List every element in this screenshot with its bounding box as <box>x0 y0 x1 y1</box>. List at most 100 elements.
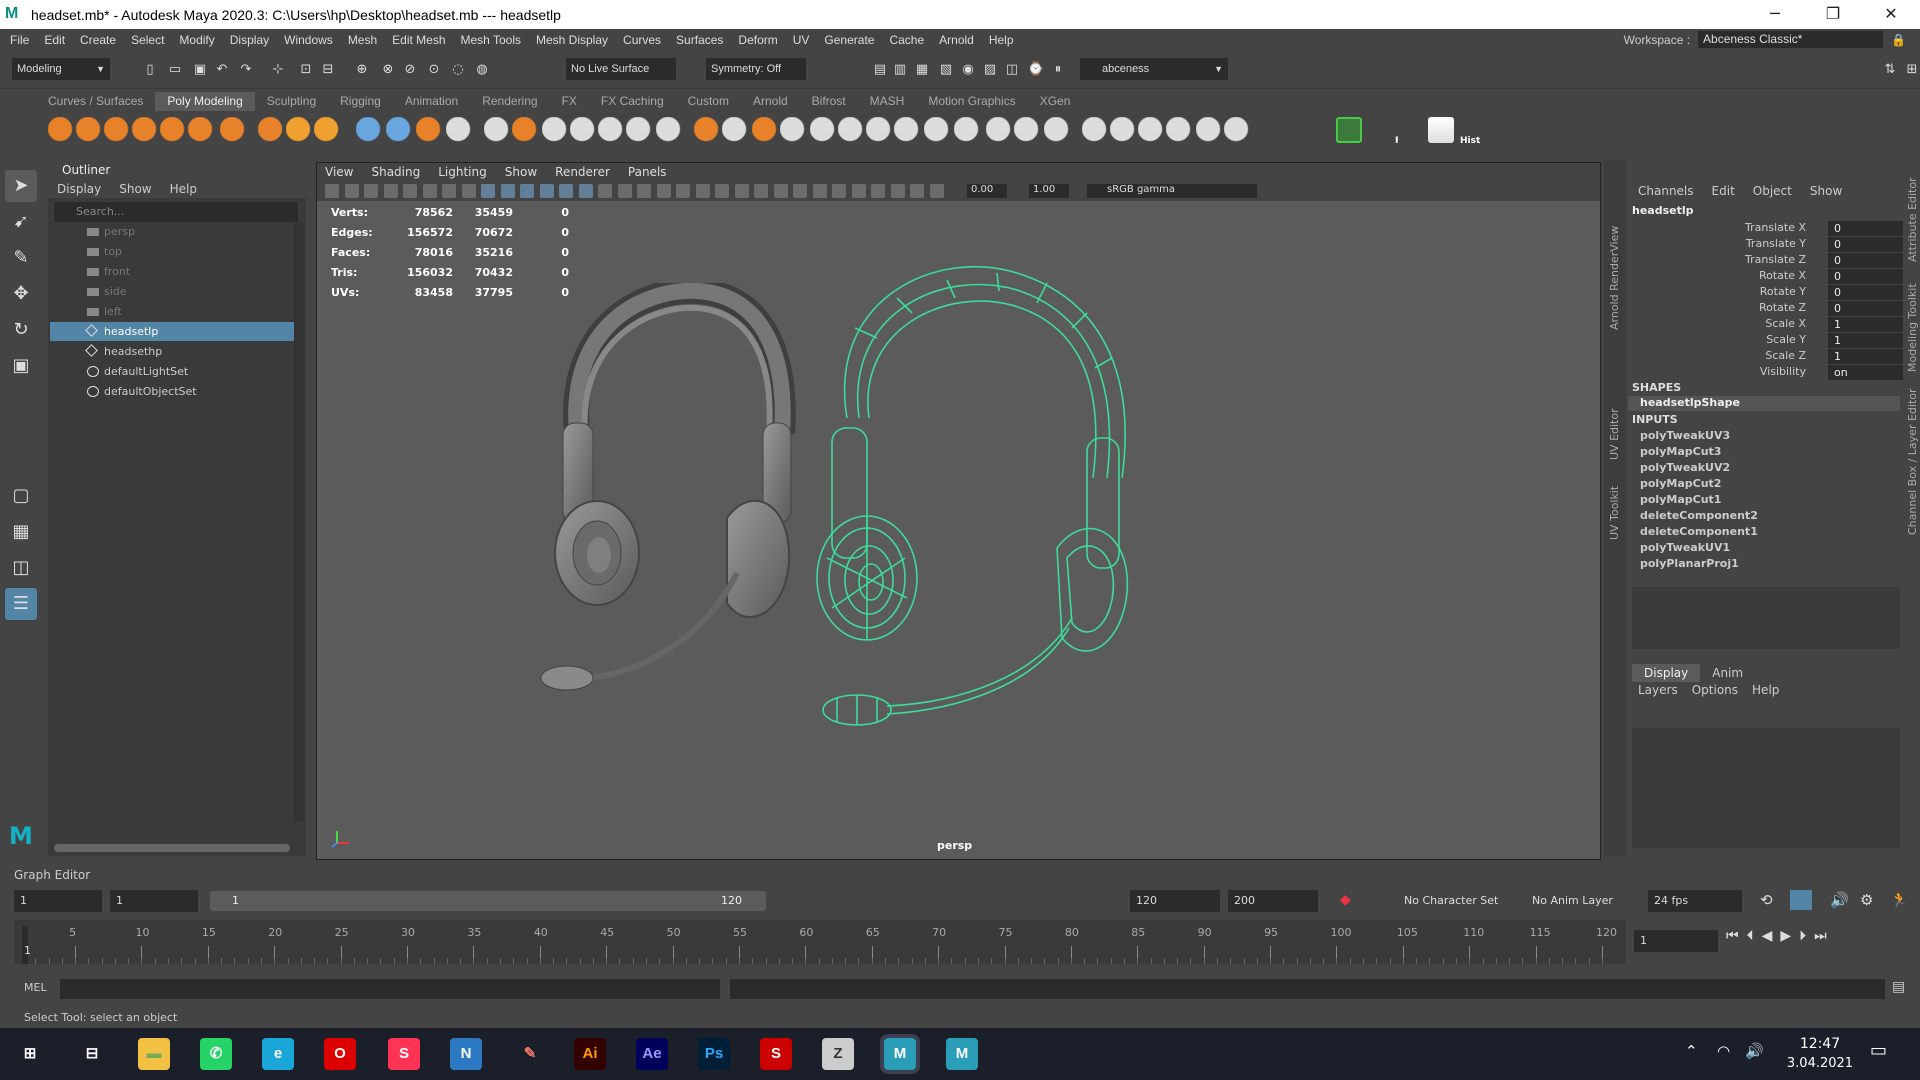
current-frame-field[interactable]: 1 <box>1634 930 1718 952</box>
layer-tab-display[interactable]: Display <box>1632 664 1701 682</box>
shelf-cp-icon[interactable] <box>1398 117 1424 143</box>
menu-display[interactable]: Display <box>230 33 269 47</box>
rotate-tool-icon[interactable]: ↻ <box>5 314 37 346</box>
range-slider[interactable]: 1 120 <box>210 891 766 911</box>
shelf-tool-icon[interactable] <box>386 117 416 147</box>
viewport-tool-icon[interactable] <box>364 184 378 198</box>
channel-row[interactable]: Rotate Y 0 <box>1628 285 1904 301</box>
scene-start-field[interactable]: 1 <box>14 890 102 912</box>
preferences-icon[interactable]: ⚙ <box>1860 891 1873 909</box>
viewport-tool-icon[interactable] <box>344 184 359 198</box>
script-editor-icon[interactable]: ▤ <box>1892 979 1905 995</box>
shelf-tool-icon[interactable] <box>1196 117 1226 147</box>
viewport-menu-renderer[interactable]: Renderer <box>555 163 610 181</box>
headset-shaded-model[interactable] <box>527 283 827 743</box>
shelf-tool-icon[interactable] <box>838 117 868 147</box>
viewport-tool-icon[interactable] <box>773 184 788 198</box>
anim-layer-dropdown[interactable]: No Anim Layer <box>1526 890 1632 912</box>
viewport-tool-icon[interactable] <box>559 184 573 198</box>
menu-surfaces[interactable]: Surfaces <box>676 33 723 47</box>
outliner-item-side[interactable]: side <box>50 282 294 301</box>
channel-value[interactable]: 0 <box>1828 269 1903 284</box>
status-tool-icon[interactable]: ⊡ <box>296 60 316 80</box>
shelf-tab-rendering[interactable]: Rendering <box>470 92 549 111</box>
chevron-up-icon[interactable]: ⌃ <box>1685 1042 1698 1060</box>
two-view-icon[interactable]: ◫ <box>5 552 37 584</box>
shelf-tool-icon[interactable] <box>542 117 572 147</box>
scene-end-field[interactable]: 200 <box>1228 890 1318 912</box>
outliner-search-input[interactable]: Search... <box>54 202 298 222</box>
character-icon[interactable]: 🏃 <box>1890 891 1909 909</box>
file-explorer-icon[interactable]: ▬ <box>138 1038 170 1070</box>
shelf-tool-icon[interactable] <box>1110 117 1140 147</box>
layer-menu-options[interactable]: Options <box>1692 683 1738 701</box>
shelf-tab-fx[interactable]: FX <box>550 92 589 111</box>
status-tool-icon[interactable]: ▦ <box>912 60 932 80</box>
whatsapp-icon[interactable]: ✆ <box>200 1038 232 1070</box>
sound-icon[interactable]: 🔊 <box>1830 891 1849 909</box>
status-tool-icon[interactable]: ⊗ <box>378 60 398 80</box>
wifi-icon[interactable]: ◠ <box>1717 1042 1730 1060</box>
shelf-tool-icon[interactable] <box>188 117 218 147</box>
status-tool-icon[interactable]: ▭ <box>165 60 185 80</box>
shelf-tool-icon[interactable] <box>570 117 600 147</box>
viewport-tool-icon[interactable] <box>461 184 476 198</box>
four-view-icon[interactable]: ▦ <box>5 516 37 548</box>
status-tool-icon[interactable]: ⊞ <box>1902 60 1920 80</box>
viewport-panel[interactable]: View Shading Lighting Show Renderer Panels 0.… <box>316 162 1601 860</box>
status-tool-icon[interactable]: ⊹ <box>268 60 288 80</box>
input-node[interactable]: polyTweakUV2 <box>1640 461 1730 474</box>
shelf-tool-icon[interactable] <box>1082 117 1112 147</box>
viewport-tool-icon[interactable] <box>851 184 866 198</box>
viewport-tool-icon[interactable] <box>929 184 944 198</box>
right-side-tab-0[interactable]: Attribute Editor <box>1906 177 1919 262</box>
channel-row[interactable]: Visibility on <box>1628 365 1904 381</box>
status-tool-icon[interactable]: ▧ <box>936 60 956 80</box>
channel-menu-object[interactable]: Object <box>1753 184 1792 202</box>
character-set-dropdown[interactable]: No Character Set <box>1398 890 1510 912</box>
side-tab-uv-editor[interactable]: UV Editor <box>1608 408 1621 460</box>
channel-row[interactable]: Scale X 1 <box>1628 317 1904 333</box>
shelf-tool-icon[interactable] <box>924 117 954 147</box>
channel-row[interactable]: Rotate X 0 <box>1628 269 1904 285</box>
headset-wireframe-model[interactable] <box>787 258 1197 728</box>
viewport-menu-lighting[interactable]: Lighting <box>438 163 487 181</box>
shelf-tool-icon[interactable] <box>894 117 924 147</box>
viewport-tool-icon[interactable] <box>676 184 690 198</box>
shelf-tab-poly-modeling[interactable]: Poly Modeling <box>155 92 255 111</box>
shelf-tool-icon[interactable] <box>780 117 810 147</box>
viewport-tool-icon[interactable] <box>656 184 671 198</box>
shelf-tab-mash[interactable]: MASH <box>858 92 917 111</box>
input-node[interactable]: polyTweakUV1 <box>1640 541 1730 554</box>
playback-start-field[interactable]: 1 <box>110 890 198 912</box>
menu-edit[interactable]: Edit <box>44 33 65 47</box>
playback-controls[interactable]: ⏮⏴◀▶⏵⏭ <box>1726 928 1835 944</box>
close-button[interactable]: ✕ <box>1862 0 1920 29</box>
channel-menu-edit[interactable]: Edit <box>1712 184 1735 202</box>
viewport-tool-icon[interactable] <box>422 184 437 198</box>
shelf-tool-icon[interactable] <box>446 117 476 147</box>
select-tool-icon[interactable]: ➤ <box>5 170 37 202</box>
menu-arnold[interactable]: Arnold <box>939 33 974 47</box>
exposure-field[interactable]: 0.00 <box>967 184 1007 198</box>
minimize-button[interactable]: ─ <box>1746 0 1804 29</box>
input-node[interactable]: polyMapCut2 <box>1640 477 1721 490</box>
zbrush-icon[interactable]: Z <box>822 1038 854 1070</box>
shelf-tab-motion-graphics[interactable]: Motion Graphics <box>916 92 1027 111</box>
paint-select-tool-icon[interactable]: ✎ <box>5 242 37 274</box>
menu-mesh[interactable]: Mesh <box>348 33 377 47</box>
input-node[interactable]: deleteComponent2 <box>1640 509 1758 522</box>
shelf-tool-icon[interactable] <box>48 117 78 147</box>
shelf-tool-icon[interactable] <box>220 117 250 147</box>
status-tool-icon[interactable]: ⏸ <box>1048 60 1068 80</box>
symmetry-dropdown[interactable]: Symmetry: Off <box>706 58 806 80</box>
menu-deform[interactable]: Deform <box>738 33 777 47</box>
viewport-tool-icon[interactable] <box>890 184 905 198</box>
auto-key-icon[interactable]: ◆ <box>1340 892 1351 908</box>
cache-toggle-icon[interactable] <box>1790 890 1812 910</box>
shelf-tool-icon[interactable] <box>752 117 782 147</box>
status-tool-icon[interactable]: ◫ <box>1002 60 1022 80</box>
lock-icon[interactable]: 🔒 <box>1891 33 1906 47</box>
shelf-tool-icon[interactable] <box>1014 117 1044 147</box>
status-tool-icon[interactable]: ▯ <box>140 60 160 80</box>
